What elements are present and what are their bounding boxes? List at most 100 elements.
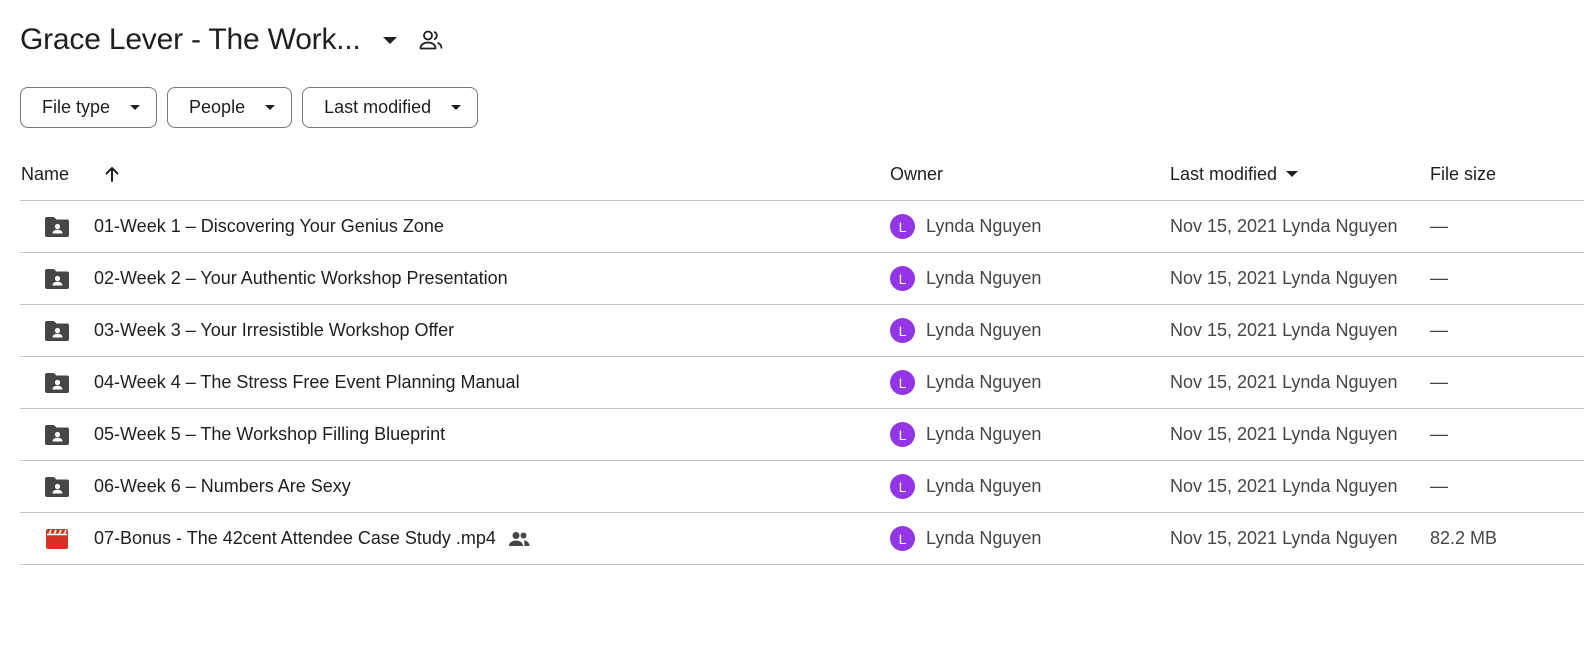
file-name[interactable]: 03-Week 3 – Your Irresistible Workshop O… xyxy=(94,320,454,341)
owner-cell: L Lynda Nguyen xyxy=(890,318,1170,343)
last-modified-cell: Nov 15, 2021 Lynda Nguyen xyxy=(1170,476,1430,497)
column-label: Last modified xyxy=(1170,163,1278,184)
shared-folder-icon xyxy=(44,476,70,498)
avatar: L xyxy=(890,318,915,343)
filter-chips: File type People Last modified xyxy=(20,87,479,128)
filter-file-type[interactable]: File type xyxy=(20,87,158,128)
owner-cell: L Lynda Nguyen xyxy=(890,266,1170,291)
modified-date: Nov 15, 2021 xyxy=(1170,216,1278,236)
avatar: L xyxy=(890,370,915,395)
filter-label: Last modified xyxy=(324,97,432,117)
file-name[interactable]: 01-Week 1 – Discovering Your Genius Zone xyxy=(94,216,444,237)
video-file-icon xyxy=(44,528,70,550)
column-label: Name xyxy=(21,163,70,184)
name-cell: 05-Week 5 – The Workshop Filling Bluepri… xyxy=(20,424,890,446)
last-modified-cell: Nov 15, 2021 Lynda Nguyen xyxy=(1170,424,1430,445)
last-modified-cell: Nov 15, 2021 Lynda Nguyen xyxy=(1170,372,1430,393)
shared-folder-icon xyxy=(44,268,70,290)
last-modified-cell: Nov 15, 2021 Lynda Nguyen xyxy=(1170,320,1430,341)
filter-people[interactable]: People xyxy=(167,87,293,128)
name-cell: 06-Week 6 – Numbers Are Sexy xyxy=(20,476,890,498)
file-size: — xyxy=(1430,268,1448,288)
table-row[interactable]: 02-Week 2 – Your Authentic Workshop Pres… xyxy=(20,253,1584,305)
file-size-cell: — xyxy=(1430,476,1584,497)
file-name[interactable]: 07-Bonus - The 42cent Attendee Case Stud… xyxy=(94,528,496,549)
modified-by: Lynda Nguyen xyxy=(1282,528,1398,548)
shared-folder-icon xyxy=(44,372,70,394)
modified-by: Lynda Nguyen xyxy=(1282,476,1398,496)
file-size: — xyxy=(1430,216,1448,236)
table-row[interactable]: 01-Week 1 – Discovering Your Genius Zone… xyxy=(20,201,1584,253)
table-row[interactable]: 07-Bonus - The 42cent Attendee Case Stud… xyxy=(20,513,1584,565)
owner-name: Lynda Nguyen xyxy=(926,216,1042,236)
last-modified-cell: Nov 15, 2021 Lynda Nguyen xyxy=(1170,216,1430,237)
chevron-down-icon xyxy=(451,105,462,110)
name-cell: 03-Week 3 – Your Irresistible Workshop O… xyxy=(20,320,890,342)
avatar: L xyxy=(890,214,915,239)
column-header-owner[interactable]: Owner xyxy=(890,164,1170,185)
last-modified-cell: Nov 15, 2021 Lynda Nguyen xyxy=(1170,528,1430,549)
file-size-cell: — xyxy=(1430,268,1584,289)
file-name[interactable]: 06-Week 6 – Numbers Are Sexy xyxy=(94,476,351,497)
table-row[interactable]: 05-Week 5 – The Workshop Filling Bluepri… xyxy=(20,409,1584,461)
owner-cell: L Lynda Nguyen xyxy=(890,370,1170,395)
file-name[interactable]: 02-Week 2 – Your Authentic Workshop Pres… xyxy=(94,268,508,289)
modified-by: Lynda Nguyen xyxy=(1282,268,1398,288)
avatar: L xyxy=(890,474,915,499)
chevron-down-icon xyxy=(130,105,141,110)
name-cell: 04-Week 4 – The Stress Free Event Planni… xyxy=(20,372,890,394)
column-label: File size xyxy=(1430,163,1497,184)
file-size-cell: — xyxy=(1430,216,1584,237)
name-cell: 01-Week 1 – Discovering Your Genius Zone xyxy=(20,216,890,238)
owner-cell: L Lynda Nguyen xyxy=(890,422,1170,447)
modified-date: Nov 15, 2021 xyxy=(1170,372,1278,392)
file-size: — xyxy=(1430,424,1448,444)
owner-cell: L Lynda Nguyen xyxy=(890,474,1170,499)
drive-folder-view: Grace Lever - The Work... File type Peop… xyxy=(0,0,1584,668)
filter-last-modified[interactable]: Last modified xyxy=(302,87,479,128)
modified-date: Nov 15, 2021 xyxy=(1170,476,1278,496)
file-list-header: Name Owner Last modified File size xyxy=(20,148,1584,201)
modified-date: Nov 15, 2021 xyxy=(1170,424,1278,444)
sort-caret-down-icon[interactable] xyxy=(1286,171,1299,177)
file-name[interactable]: 05-Week 5 – The Workshop Filling Bluepri… xyxy=(94,424,445,445)
column-header-last-modified[interactable]: Last modified xyxy=(1170,164,1430,185)
last-modified-cell: Nov 15, 2021 Lynda Nguyen xyxy=(1170,268,1430,289)
file-size-cell: — xyxy=(1430,372,1584,393)
sort-arrow-up-icon[interactable] xyxy=(103,165,121,183)
file-size: — xyxy=(1430,372,1448,392)
shared-folder-icon xyxy=(44,424,70,446)
avatar: L xyxy=(890,422,915,447)
folder-menu-chevron-down-icon[interactable] xyxy=(382,36,397,44)
table-row[interactable]: 03-Week 3 – Your Irresistible Workshop O… xyxy=(20,305,1584,357)
table-row[interactable]: 04-Week 4 – The Stress Free Event Planni… xyxy=(20,357,1584,409)
name-cell: 07-Bonus - The 42cent Attendee Case Stud… xyxy=(20,528,890,550)
file-size-cell: — xyxy=(1430,320,1584,341)
chevron-down-icon xyxy=(265,105,276,110)
shared-folder-icon xyxy=(44,216,70,238)
table-row[interactable]: 06-Week 6 – Numbers Are Sexy L Lynda Ngu… xyxy=(20,461,1584,513)
column-label: Owner xyxy=(890,163,944,184)
owner-cell: L Lynda Nguyen xyxy=(890,526,1170,551)
shared-people-icon[interactable] xyxy=(419,29,443,51)
file-size-cell: 82.2 MB xyxy=(1430,528,1584,549)
owner-cell: L Lynda Nguyen xyxy=(890,214,1170,239)
column-header-file-size[interactable]: File size xyxy=(1430,164,1584,185)
file-name[interactable]: 04-Week 4 – The Stress Free Event Planni… xyxy=(94,372,520,393)
avatar: L xyxy=(890,266,915,291)
owner-name: Lynda Nguyen xyxy=(926,320,1042,340)
modified-by: Lynda Nguyen xyxy=(1282,320,1398,340)
modified-date: Nov 15, 2021 xyxy=(1170,320,1278,340)
file-size: — xyxy=(1430,320,1448,340)
owner-name: Lynda Nguyen xyxy=(926,424,1042,444)
modified-date: Nov 15, 2021 xyxy=(1170,528,1278,548)
file-size-cell: — xyxy=(1430,424,1584,445)
owner-name: Lynda Nguyen xyxy=(926,528,1042,548)
modified-by: Lynda Nguyen xyxy=(1282,372,1398,392)
filter-label: People xyxy=(189,97,246,117)
folder-title[interactable]: Grace Lever - The Work... xyxy=(20,23,361,57)
modified-by: Lynda Nguyen xyxy=(1282,216,1398,236)
file-size: — xyxy=(1430,476,1448,496)
shared-indicator-icon xyxy=(508,531,530,547)
column-header-name[interactable]: Name xyxy=(20,164,890,185)
